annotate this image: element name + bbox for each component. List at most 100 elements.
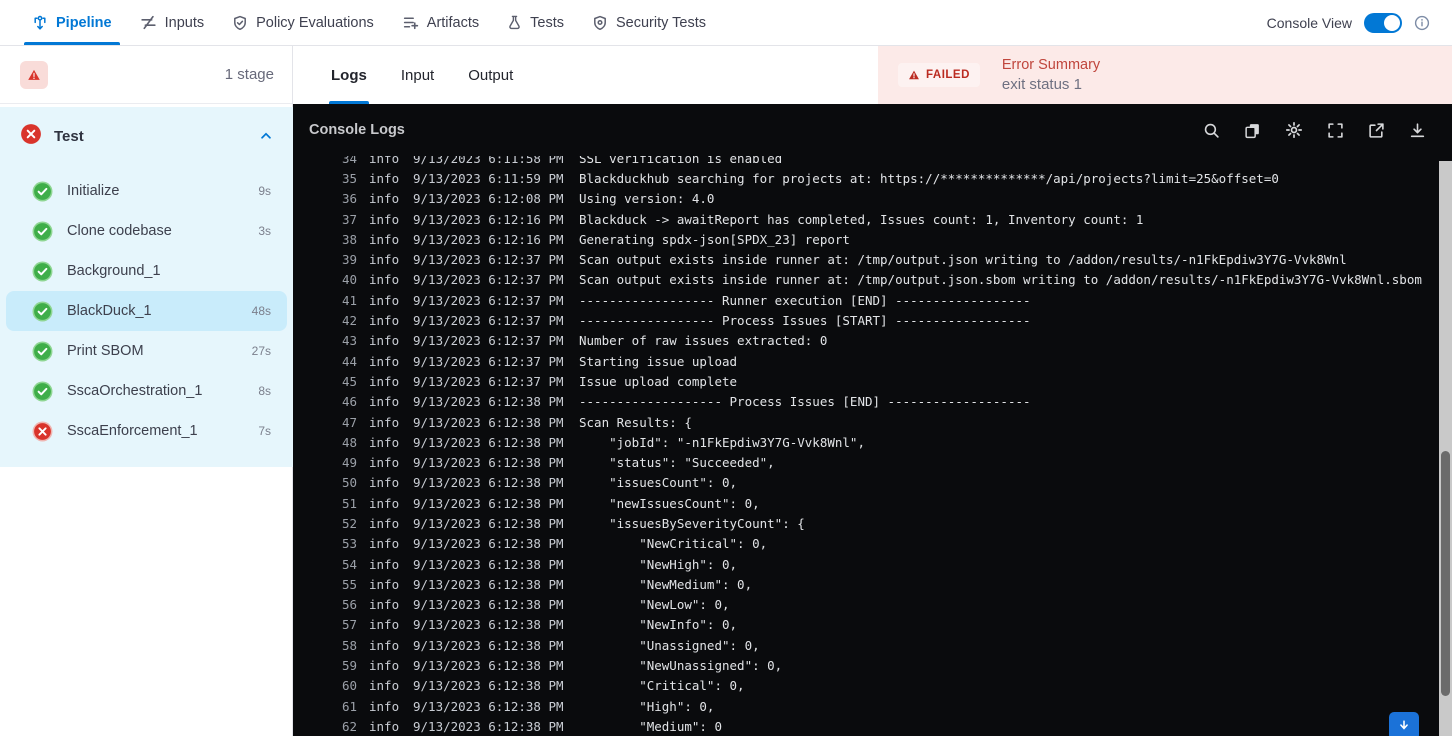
- failed-warning-icon: [909, 70, 919, 80]
- step-row-print-sbom[interactable]: Print SBOM 27s: [6, 331, 287, 371]
- log-level: info: [369, 394, 400, 410]
- log-line-number: 59: [341, 658, 357, 674]
- stage-header[interactable]: Test: [0, 107, 293, 165]
- log-line-number: 36: [341, 191, 357, 207]
- log-line-number: 42: [341, 313, 357, 329]
- log-lines: 34 info 9/13/2023 6:11:58 PM SSL verificati…: [293, 156, 1437, 736]
- log-line-number: 50: [341, 475, 357, 491]
- log-level: info: [369, 576, 400, 592]
- tab-label: Output: [468, 66, 514, 84]
- log-level: info: [369, 455, 400, 471]
- fullscreen-icon[interactable]: [1327, 122, 1344, 139]
- step-row-sscaorchestration-1[interactable]: SscaOrchestration_1 8s: [6, 371, 287, 411]
- log-level: info: [369, 292, 400, 308]
- log-timestamp: 9/13/2023 6:12:38 PM: [413, 495, 564, 511]
- log-level: info: [369, 313, 400, 329]
- log-message: "NewMedium": 0,: [579, 576, 753, 592]
- log-level: info: [369, 556, 400, 572]
- log-line-number: 41: [341, 292, 357, 308]
- scroll-to-bottom-button[interactable]: [1389, 712, 1419, 736]
- open-in-new-icon[interactable]: [1368, 122, 1385, 139]
- log-level: info: [369, 678, 400, 694]
- log-line-number: 62: [341, 718, 357, 734]
- nav-tab-inputs[interactable]: Inputs: [126, 0, 219, 45]
- log-timestamp: 9/13/2023 6:12:38 PM: [413, 658, 564, 674]
- nav-tab-artifacts[interactable]: Artifacts: [388, 0, 493, 45]
- search-icon[interactable]: [1203, 122, 1220, 139]
- log-message: Number of raw issues extracted: 0: [579, 333, 828, 349]
- step-row-background-1[interactable]: Background_1: [6, 251, 287, 291]
- error-summary-message: exit status 1: [1001, 76, 1082, 93]
- nav-tab-policy-evaluations[interactable]: Policy Evaluations: [218, 0, 388, 45]
- step-duration: 7s: [258, 424, 271, 438]
- step-name: BlackDuck_1: [67, 303, 152, 319]
- step-row-clone-codebase[interactable]: Clone codebase 3s: [6, 211, 287, 251]
- failed-badge-label: FAILED: [926, 69, 970, 81]
- steps-list: Initialize 9s Clone codebase 3s Background_1…: [0, 165, 293, 451]
- log-timestamp: 9/13/2023 6:12:37 PM: [413, 272, 564, 288]
- log-timestamp: 9/13/2023 6:12:38 PM: [413, 556, 564, 572]
- log-timestamp: 9/13/2023 6:12:08 PM: [413, 191, 564, 207]
- log-message: "status": "Succeeded",: [579, 455, 775, 471]
- console-scrollbar[interactable]: [1439, 161, 1452, 736]
- log-timestamp: 9/13/2023 6:12:38 PM: [413, 637, 564, 653]
- log-row: 56 info 9/13/2023 6:12:38 PM "NewLow": 0,: [293, 595, 1437, 615]
- log-level: info: [369, 658, 400, 674]
- step-row-sscaenforcement-1[interactable]: SscaEnforcement_1 7s: [6, 411, 287, 451]
- info-icon[interactable]: [1414, 15, 1430, 31]
- nav-tab-security-tests[interactable]: Security Tests: [578, 0, 720, 45]
- console-view-label: Console View: [1266, 14, 1352, 31]
- log-area[interactable]: 34 info 9/13/2023 6:11:58 PM SSL verificati…: [293, 156, 1437, 736]
- log-message: "Unassigned": 0,: [579, 637, 760, 653]
- tab-output[interactable]: Output: [454, 46, 527, 104]
- log-message: Starting issue upload: [579, 353, 738, 369]
- tab-input[interactable]: Input: [387, 46, 448, 104]
- log-message: "jobId": "-n1FkEpdiw3Y7G-Vvk8Wnl",: [579, 434, 865, 450]
- log-line-number: 37: [341, 211, 357, 227]
- chevron-up-icon[interactable]: [259, 129, 273, 143]
- download-icon[interactable]: [1409, 122, 1426, 139]
- log-row: 61 info 9/13/2023 6:12:38 PM "High": 0,: [293, 696, 1437, 716]
- log-level: info: [369, 373, 400, 389]
- console-title: Console Logs: [309, 122, 405, 138]
- nav-tab-label: Artifacts: [426, 14, 480, 31]
- tab-logs[interactable]: Logs: [317, 46, 381, 104]
- nav-tab-label: Policy Evaluations: [256, 14, 374, 31]
- step-name: SscaEnforcement_1: [67, 423, 198, 439]
- log-row: 51 info 9/13/2023 6:12:38 PM "newIssuesCou…: [293, 493, 1437, 513]
- log-message: "NewUnassigned": 0,: [579, 658, 783, 674]
- settings-icon[interactable]: [1285, 121, 1303, 139]
- nav-tab-label: Tests: [530, 14, 564, 31]
- console-logs-panel: Console Logs 34 info 9/13/2023 6:11:58 PM S…: [293, 104, 1452, 736]
- log-timestamp: 9/13/2023 6:12:37 PM: [413, 373, 564, 389]
- console-header: Console Logs: [293, 104, 1452, 156]
- step-row-blackduck-1[interactable]: BlackDuck_1 48s: [6, 291, 287, 331]
- nav-tab-tests[interactable]: Tests: [493, 0, 578, 45]
- console-view-toggle[interactable]: [1364, 12, 1402, 33]
- step-row-initialize[interactable]: Initialize 9s: [6, 171, 287, 211]
- log-line-number: 34: [341, 156, 357, 166]
- log-line-number: 57: [341, 617, 357, 633]
- log-line-number: 55: [341, 576, 357, 592]
- log-row: 55 info 9/13/2023 6:12:38 PM "NewMedium": …: [293, 574, 1437, 594]
- log-level: info: [369, 536, 400, 552]
- log-level: info: [369, 617, 400, 633]
- log-level: info: [369, 156, 400, 166]
- log-row: 57 info 9/13/2023 6:12:38 PM "NewInfo": 0,: [293, 615, 1437, 635]
- log-row: 54 info 9/13/2023 6:12:38 PM "NewHigh": 0,: [293, 554, 1437, 574]
- error-summary-area: FAILED Error Summary exit status 1: [878, 46, 1452, 104]
- log-row: 43 info 9/13/2023 6:12:37 PM Number of raw …: [293, 331, 1437, 351]
- scrollbar-thumb[interactable]: [1441, 451, 1450, 696]
- console-actions: [1203, 121, 1426, 139]
- log-message: SSL verification is enabled: [579, 156, 783, 166]
- nav-tab-pipeline[interactable]: Pipeline: [18, 0, 126, 45]
- copy-icon[interactable]: [1244, 122, 1261, 139]
- log-line-number: 53: [341, 536, 357, 552]
- step-name: SscaOrchestration_1: [67, 383, 203, 399]
- log-row: 52 info 9/13/2023 6:12:38 PM "issuesBySeve…: [293, 513, 1437, 533]
- log-level: info: [369, 718, 400, 734]
- step-name: Initialize: [67, 183, 120, 199]
- log-timestamp: 9/13/2023 6:12:38 PM: [413, 576, 564, 592]
- log-level: info: [369, 414, 400, 430]
- tab-label: Input: [400, 66, 435, 84]
